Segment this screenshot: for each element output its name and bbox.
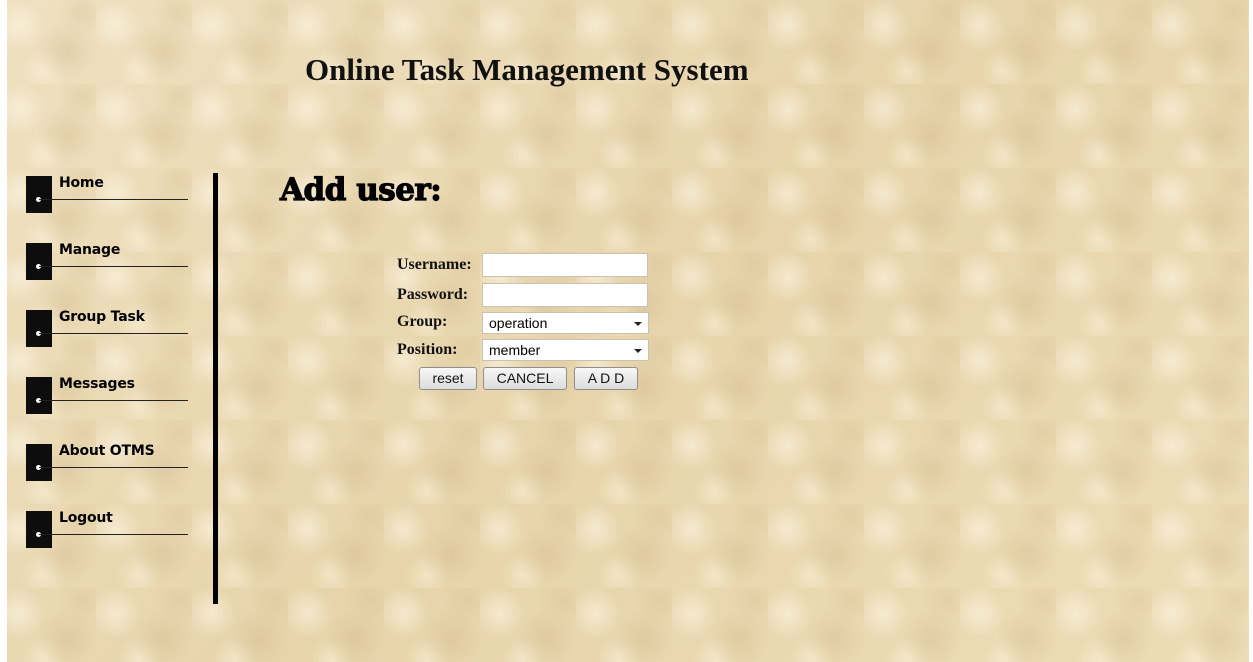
page-frame-left <box>0 0 7 662</box>
nav-marker-icon <box>26 444 52 481</box>
password-input[interactable] <box>482 283 648 307</box>
nav-marker-icon <box>26 176 52 213</box>
nav-underline <box>39 333 188 334</box>
site-title: Online Task Management System <box>305 52 749 87</box>
cancel-button[interactable]: CANCEL <box>483 367 567 390</box>
sidebar-item-label: About OTMS <box>59 443 155 459</box>
password-label: Password: <box>397 286 469 303</box>
page-frame-right <box>1249 0 1253 662</box>
add-button[interactable]: A D D <box>574 367 638 390</box>
nav-underline <box>39 266 188 267</box>
position-label: Position: <box>397 341 458 358</box>
nav-underline <box>39 534 188 535</box>
username-label: Username: <box>397 256 472 273</box>
sidebar-item-label: Group Task <box>59 309 145 325</box>
nav-marker-icon <box>26 511 52 548</box>
sidebar-item-label: Home <box>59 175 104 191</box>
sidebar-item-label: Messages <box>59 376 135 392</box>
nav-marker-icon <box>26 377 52 414</box>
nav-marker-icon <box>26 243 52 280</box>
sidebar-item-home[interactable]: Home <box>26 175 188 221</box>
sidebar-item-messages[interactable]: Messages <box>26 376 188 422</box>
sidebar-item-about-otms[interactable]: About OTMS <box>26 443 188 489</box>
group-label: Group: <box>397 313 448 330</box>
sidebar-item-manage[interactable]: Manage <box>26 242 188 288</box>
page-heading: Add user: <box>279 171 442 208</box>
nav-underline <box>39 199 188 200</box>
chevron-down-icon <box>634 349 642 353</box>
sidebar-item-label: Manage <box>59 242 121 258</box>
nav-marker-icon <box>26 310 52 347</box>
nav-underline <box>39 467 188 468</box>
group-select[interactable]: operation <box>482 312 649 334</box>
position-select[interactable]: member <box>482 339 649 361</box>
chevron-down-icon <box>634 322 642 326</box>
sidebar-divider <box>213 173 218 604</box>
sidebar-item-logout[interactable]: Logout <box>26 510 188 556</box>
sidebar-item-label: Logout <box>59 510 113 526</box>
reset-button[interactable]: reset <box>419 367 477 390</box>
sidebar-item-group-task[interactable]: Group Task <box>26 309 188 355</box>
position-selected-value: member <box>489 342 541 358</box>
group-selected-value: operation <box>489 315 548 331</box>
nav-underline <box>39 400 188 401</box>
username-input[interactable] <box>482 253 648 277</box>
